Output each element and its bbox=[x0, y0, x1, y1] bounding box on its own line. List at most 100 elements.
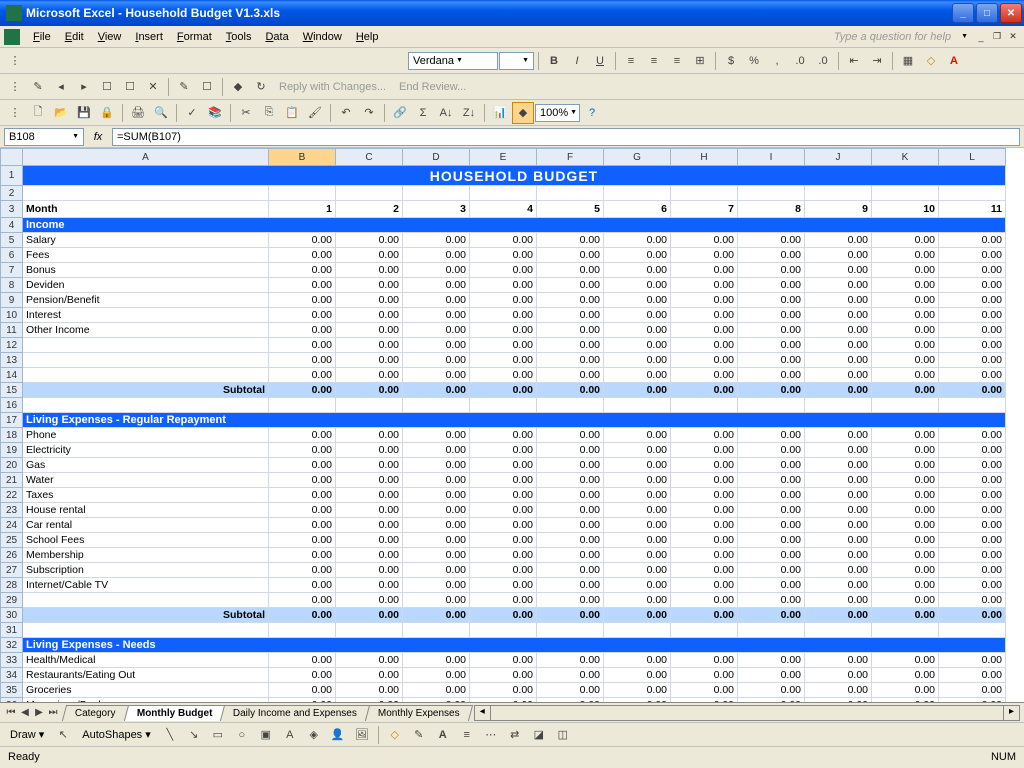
cell-L9[interactable]: 0.00 bbox=[939, 293, 1006, 308]
cell-E20[interactable]: 0.00 bbox=[470, 458, 537, 473]
cell-E13[interactable]: 0.00 bbox=[470, 353, 537, 368]
cell-F31[interactable] bbox=[537, 623, 604, 638]
cell-K2[interactable] bbox=[872, 186, 939, 201]
cell-K18[interactable]: 0.00 bbox=[872, 428, 939, 443]
cell-I28[interactable]: 0.00 bbox=[738, 578, 805, 593]
cell-month-3[interactable]: 3 bbox=[403, 201, 470, 218]
cell-J23[interactable]: 0.00 bbox=[805, 503, 872, 518]
show-comment-button[interactable]: ☐ bbox=[96, 76, 118, 98]
cell-I16[interactable] bbox=[738, 398, 805, 413]
cell-G14[interactable]: 0.00 bbox=[604, 368, 671, 383]
column-header-I[interactable]: I bbox=[738, 149, 805, 166]
cell-K13[interactable]: 0.00 bbox=[872, 353, 939, 368]
cell-B22[interactable]: 0.00 bbox=[269, 488, 336, 503]
cell-J27[interactable]: 0.00 bbox=[805, 563, 872, 578]
cell-J18[interactable]: 0.00 bbox=[805, 428, 872, 443]
cell-H18[interactable]: 0.00 bbox=[671, 428, 738, 443]
hyperlink-button[interactable]: 🔗 bbox=[389, 102, 411, 124]
cell-G34[interactable]: 0.00 bbox=[604, 668, 671, 683]
column-header-H[interactable]: H bbox=[671, 149, 738, 166]
column-header-L[interactable]: L bbox=[939, 149, 1006, 166]
cell-month-10[interactable]: 10 bbox=[872, 201, 939, 218]
cell-K26[interactable]: 0.00 bbox=[872, 548, 939, 563]
row-header-7[interactable]: 7 bbox=[1, 263, 23, 278]
cell-I10[interactable]: 0.00 bbox=[738, 308, 805, 323]
column-header-E[interactable]: E bbox=[470, 149, 537, 166]
cell-L15[interactable]: 0.00 bbox=[939, 383, 1006, 398]
cell-B8[interactable]: 0.00 bbox=[269, 278, 336, 293]
cell-L6[interactable]: 0.00 bbox=[939, 248, 1006, 263]
cell-J14[interactable]: 0.00 bbox=[805, 368, 872, 383]
borders-button[interactable]: ▦ bbox=[897, 50, 919, 72]
cell-G26[interactable]: 0.00 bbox=[604, 548, 671, 563]
cell-I13[interactable]: 0.00 bbox=[738, 353, 805, 368]
cell-G19[interactable]: 0.00 bbox=[604, 443, 671, 458]
cell-F25[interactable]: 0.00 bbox=[537, 533, 604, 548]
cell-E12[interactable]: 0.00 bbox=[470, 338, 537, 353]
cell-G31[interactable] bbox=[604, 623, 671, 638]
cell-K25[interactable]: 0.00 bbox=[872, 533, 939, 548]
cell-F9[interactable]: 0.00 bbox=[537, 293, 604, 308]
cell-I33[interactable]: 0.00 bbox=[738, 653, 805, 668]
cell-E16[interactable] bbox=[470, 398, 537, 413]
line-button[interactable]: ╲ bbox=[159, 724, 181, 746]
column-header-J[interactable]: J bbox=[805, 149, 872, 166]
cell-E19[interactable]: 0.00 bbox=[470, 443, 537, 458]
cell-I5[interactable]: 0.00 bbox=[738, 233, 805, 248]
cell-I19[interactable]: 0.00 bbox=[738, 443, 805, 458]
cell-L25[interactable]: 0.00 bbox=[939, 533, 1006, 548]
cell-H31[interactable] bbox=[671, 623, 738, 638]
close-button[interactable]: ✕ bbox=[1000, 3, 1022, 23]
cell-A11[interactable]: Other Income bbox=[23, 323, 269, 338]
cell-C34[interactable]: 0.00 bbox=[336, 668, 403, 683]
cell-I15[interactable]: 0.00 bbox=[738, 383, 805, 398]
sheet-tab-monthly-expenses[interactable]: Monthly Expenses bbox=[365, 705, 473, 721]
cell-A8[interactable]: Deviden bbox=[23, 278, 269, 293]
cell-K15[interactable]: 0.00 bbox=[872, 383, 939, 398]
cell-D19[interactable]: 0.00 bbox=[403, 443, 470, 458]
menu-tools[interactable]: Tools bbox=[219, 29, 259, 45]
cell-A31[interactable] bbox=[23, 623, 269, 638]
cell-month-5[interactable]: 5 bbox=[537, 201, 604, 218]
cell-L18[interactable]: 0.00 bbox=[939, 428, 1006, 443]
cell-L29[interactable]: 0.00 bbox=[939, 593, 1006, 608]
row-header-6[interactable]: 6 bbox=[1, 248, 23, 263]
autosum-button[interactable]: Σ bbox=[412, 102, 434, 124]
open-button[interactable]: 📂 bbox=[50, 102, 72, 124]
cell-F22[interactable]: 0.00 bbox=[537, 488, 604, 503]
cell-K8[interactable]: 0.00 bbox=[872, 278, 939, 293]
cell-G10[interactable]: 0.00 bbox=[604, 308, 671, 323]
cell-B19[interactable]: 0.00 bbox=[269, 443, 336, 458]
cell-L22[interactable]: 0.00 bbox=[939, 488, 1006, 503]
doc-restore-button[interactable]: ❐ bbox=[990, 30, 1004, 44]
merge-center-button[interactable]: ⊞ bbox=[689, 50, 711, 72]
cell-H19[interactable]: 0.00 bbox=[671, 443, 738, 458]
clipart-button[interactable]: 👤 bbox=[327, 724, 349, 746]
cell-L34[interactable]: 0.00 bbox=[939, 668, 1006, 683]
cell-B18[interactable]: 0.00 bbox=[269, 428, 336, 443]
cell-K19[interactable]: 0.00 bbox=[872, 443, 939, 458]
cell-A25[interactable]: School Fees bbox=[23, 533, 269, 548]
row-header-3[interactable]: 3 bbox=[1, 201, 23, 218]
cell-C29[interactable]: 0.00 bbox=[336, 593, 403, 608]
cell-C26[interactable]: 0.00 bbox=[336, 548, 403, 563]
next-comment-button[interactable]: ▸ bbox=[73, 76, 95, 98]
cell-G33[interactable]: 0.00 bbox=[604, 653, 671, 668]
cell-D8[interactable]: 0.00 bbox=[403, 278, 470, 293]
row-header-26[interactable]: 26 bbox=[1, 548, 23, 563]
tab-nav-0[interactable]: ⏮ bbox=[4, 707, 18, 718]
cell-I34[interactable]: 0.00 bbox=[738, 668, 805, 683]
row-header-19[interactable]: 19 bbox=[1, 443, 23, 458]
spreadsheet-grid[interactable]: ABCDEFGHIJKL1HOUSEHOLD BUDGET23Month1234… bbox=[0, 148, 1024, 702]
cell-K16[interactable] bbox=[872, 398, 939, 413]
cell-I22[interactable]: 0.00 bbox=[738, 488, 805, 503]
column-header-F[interactable]: F bbox=[537, 149, 604, 166]
cell-I11[interactable]: 0.00 bbox=[738, 323, 805, 338]
cell-D31[interactable] bbox=[403, 623, 470, 638]
cell-C6[interactable]: 0.00 bbox=[336, 248, 403, 263]
cell-E31[interactable] bbox=[470, 623, 537, 638]
row-header-36[interactable]: 36 bbox=[1, 698, 23, 703]
cell-E9[interactable]: 0.00 bbox=[470, 293, 537, 308]
cell-I26[interactable]: 0.00 bbox=[738, 548, 805, 563]
cell-E33[interactable]: 0.00 bbox=[470, 653, 537, 668]
